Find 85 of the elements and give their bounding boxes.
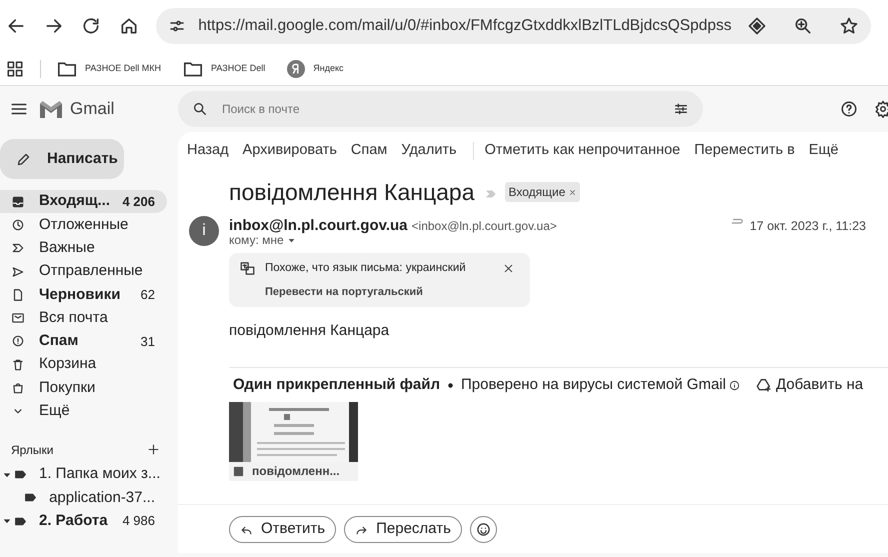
- caret-down-icon[interactable]: [3, 517, 11, 526]
- folder-item[interactable]: Корзина: [0, 353, 167, 376]
- mail-icon: [11, 311, 25, 326]
- caret-down-icon[interactable]: [3, 470, 11, 479]
- apps-icon[interactable]: [6, 60, 24, 78]
- folder-item[interactable]: Вся почта: [0, 306, 167, 330]
- virus-scan-note: Проверено на вирусы системой Gmail: [461, 374, 726, 395]
- toolbar-link[interactable]: Удалить: [401, 140, 457, 162]
- label-tag-icon: [14, 514, 27, 528]
- zoom-in-icon[interactable]: [793, 16, 814, 36]
- toolbar-link[interactable]: Архивировать: [242, 140, 337, 162]
- folder-item[interactable]: Отправленные: [0, 260, 167, 284]
- avatar: i: [189, 216, 219, 246]
- sender-name: inbox@ln.pl.court.gov.ua: [229, 218, 408, 234]
- drive-add-icon: [756, 377, 772, 394]
- bookmark-link[interactable]: РАЗНОЕ Dell: [183, 60, 266, 78]
- info-icon: [728, 380, 740, 391]
- toolbar-link[interactable]: Отметить как непрочитанное: [484, 140, 680, 162]
- settings-icon[interactable]: [874, 100, 888, 118]
- label-chip[interactable]: Входящие: [504, 182, 580, 202]
- bookmark-link[interactable]: Яндекс: [287, 60, 344, 78]
- translate-link[interactable]: Перевести на португальский: [265, 286, 423, 298]
- compose-button[interactable]: Написать: [0, 139, 124, 179]
- pencil-icon: [16, 152, 31, 166]
- alert-icon: [11, 334, 25, 348]
- emoji-button[interactable]: [470, 516, 497, 543]
- important-marker-icon[interactable]: [484, 188, 496, 200]
- remove-icon[interactable]: [569, 188, 576, 196]
- folder-item[interactable]: Важные: [0, 236, 167, 260]
- search-field[interactable]: Поиск в почте: [220, 99, 673, 119]
- email-body: повідомлення Канцара: [228, 320, 390, 341]
- labels-heading: Ярлыки: [11, 442, 54, 459]
- add-to-drive-link[interactable]: Добавить на: [756, 374, 864, 396]
- recipient-dropdown[interactable]: кому: мне: [229, 234, 295, 248]
- folder-icon: [57, 60, 77, 78]
- label-item[interactable]: 1. Папка моих з...: [0, 462, 167, 486]
- translation-notice: Похоже, что язык письма: украинский: [265, 262, 466, 275]
- caret-down-icon: [288, 237, 295, 244]
- folder-item[interactable]: Отложенные: [0, 213, 167, 237]
- help-icon[interactable]: [840, 100, 858, 118]
- send-icon: [11, 264, 25, 279]
- folder-item[interactable]: Ещё: [0, 400, 167, 423]
- document-icon: [11, 288, 25, 302]
- toolbar-link[interactable]: Назад: [187, 140, 229, 162]
- folder-item[interactable]: Входящ... 4 206: [0, 190, 167, 214]
- gmail-logo-icon[interactable]: [40, 100, 62, 118]
- folder-item[interactable]: Покупки: [0, 376, 167, 400]
- toolbar-link[interactable]: Спам: [350, 140, 388, 162]
- sender-email: <inbox@ln.pl.court.gov.ua>: [412, 220, 557, 233]
- bookmark-link[interactable]: РАЗНОЕ Dell МКН: [57, 60, 161, 78]
- label-item[interactable]: application-37...: [0, 486, 167, 510]
- bag-icon: [11, 381, 25, 396]
- diamond-icon[interactable]: [747, 16, 768, 36]
- star-icon[interactable]: [839, 16, 860, 36]
- toolbar-link[interactable]: Ещё: [808, 140, 838, 162]
- app-name[interactable]: Gmail: [70, 96, 114, 122]
- pdf-file-icon: [233, 466, 244, 478]
- filter-icon[interactable]: [673, 101, 689, 117]
- label-tag-icon: [14, 468, 27, 482]
- label-tag-icon: [24, 491, 38, 504]
- trash-icon: [11, 358, 25, 372]
- close-icon[interactable]: [503, 263, 514, 274]
- search-bar[interactable]: Поиск в почте: [178, 91, 703, 127]
- home-icon[interactable]: [118, 16, 139, 36]
- clock-icon: [11, 218, 25, 232]
- attachment-card[interactable]: повідомленн...: [229, 402, 358, 481]
- email-subject: повідомлення Канцара: [229, 178, 474, 207]
- forward-button[interactable]: Переслать: [344, 516, 462, 543]
- add-icon[interactable]: [147, 443, 160, 456]
- inbox-icon: [11, 194, 25, 209]
- folder-icon: [183, 60, 203, 78]
- email-date: 17 окт. 2023 г., 11:23: [750, 220, 866, 234]
- toolbar-link[interactable]: Переместить в: [694, 140, 795, 162]
- search-icon[interactable]: [192, 101, 208, 117]
- dot-icon: [448, 382, 453, 388]
- reply-button[interactable]: Ответить: [229, 516, 336, 543]
- smiley-icon: [476, 522, 491, 537]
- folder-item[interactable]: Спам 31: [0, 330, 167, 354]
- attachment-count: Один прикрепленный файл: [233, 374, 440, 395]
- folder-item[interactable]: Черновики 62: [0, 283, 167, 306]
- translate-icon: [240, 261, 255, 276]
- yandex-logo-icon: [287, 60, 306, 78]
- reload-icon[interactable]: [81, 16, 102, 36]
- label-item[interactable]: 2. Работа 4 986: [0, 510, 167, 533]
- attachment-name: повідомленн...: [252, 464, 340, 479]
